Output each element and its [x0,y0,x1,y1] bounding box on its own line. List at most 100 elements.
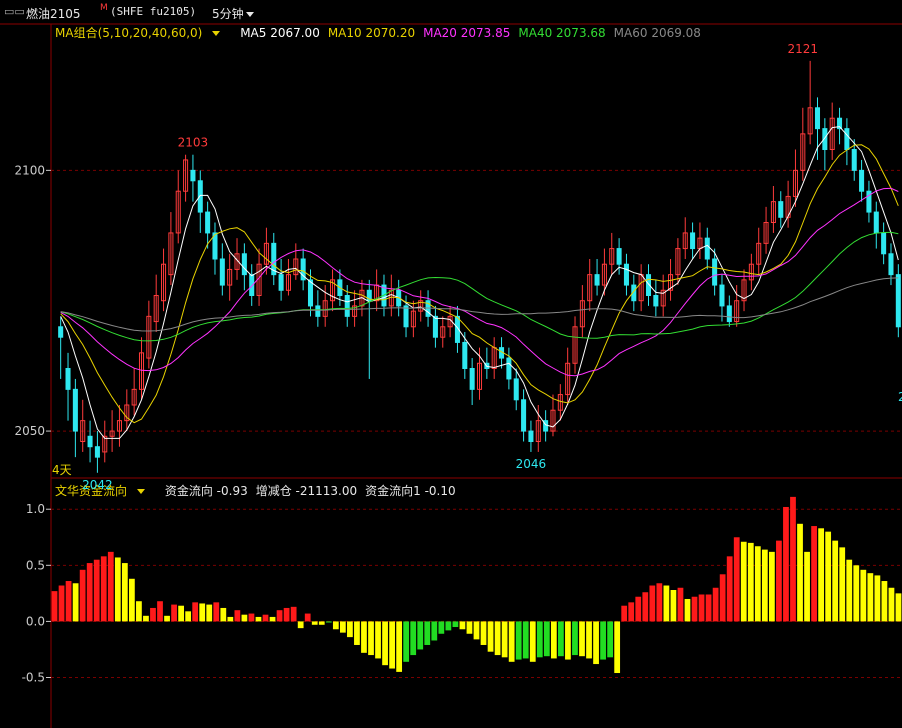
flow-bar [164,615,170,622]
flow-bar [677,587,684,622]
flow-bar [403,621,410,662]
flow-bar [220,607,227,622]
flow-bar [361,621,367,653]
candle-body [528,430,534,443]
flow-bar [818,528,825,622]
candle-body [653,295,659,307]
flow-bar [234,610,241,622]
flow-bar [255,616,262,622]
flow-bar [480,621,487,645]
candle-body [506,357,512,380]
flow-bar [494,621,501,656]
candle-body [895,274,901,328]
flow-bar [649,585,656,622]
candle-body [197,180,203,213]
candle-body [315,305,321,317]
flow-bar [199,603,206,622]
ma-line-40 [60,231,899,342]
flow-bar [705,594,712,622]
flow-bar [206,604,213,622]
flow-bar [473,621,480,640]
candle-body [58,326,64,338]
flow-bar [733,537,740,622]
period-span-label: 4天 [52,463,72,477]
price-mark-label: 2 [898,390,902,404]
flow-bar [311,621,318,625]
candle-body [726,305,732,323]
flow-tick-label: -0.5 [22,671,45,685]
candle-body [712,258,718,286]
candle-body [432,315,438,338]
flow-bar [192,602,199,622]
flow-bar [501,621,508,658]
flow-bar [86,563,93,622]
price-tick-label: 2050 [14,424,45,438]
candle-body [307,279,314,307]
flow-bar [171,604,177,622]
flow-bar [297,621,304,629]
flow-bar [213,602,220,622]
flow-bar [304,613,311,622]
flow-bar [600,621,606,660]
candle-body [851,149,857,171]
flow-bar [536,621,543,658]
flow-bar [804,551,810,622]
flow-bar [867,573,874,622]
flow-bar [670,590,677,622]
candle-body [190,169,196,182]
candle-body [462,341,468,369]
flow-bar [276,610,283,622]
flow-bar [642,592,649,622]
flow-bar [543,621,550,657]
candle-body [94,446,100,458]
flow-bar [107,551,114,622]
candle-body [403,305,409,328]
flow-bar [811,526,817,622]
flow-bar [114,557,121,622]
flow-bar [150,607,156,622]
flow-bar [656,583,663,622]
flow-bar [354,621,360,645]
flow-bar [572,621,578,656]
candle-body [814,107,821,130]
flow-bar [325,621,332,623]
candle-body [881,232,887,255]
flow-bar [663,585,670,622]
flow-bar [712,587,719,622]
flow-bar [839,547,846,622]
flow-tick-label: 1.0 [26,502,45,516]
candle-body [469,368,475,390]
candle-body [873,211,879,234]
flow-bar [241,614,248,622]
flow-bar [389,621,395,669]
flow-bar [143,615,149,622]
flow-bar [93,559,100,622]
flow-bar [128,578,135,622]
flow-bar [65,581,72,622]
flow-bar [832,540,839,622]
flow-tick-label: 0.5 [26,558,45,572]
flow-bar [550,621,557,659]
chart-canvas[interactable]: 2100 2050 2103 2121 2042 2046 2 4天 1.0 0.5 0.0 -0.5 [0,0,902,728]
candle-body [616,248,622,265]
candle-body [65,368,71,390]
flow-bar [586,621,592,659]
flow-bar [136,601,142,622]
flow-bar [529,621,536,662]
flow-bar [853,565,860,622]
flow-bar [607,621,614,658]
flow-bar [396,621,403,672]
flow-bar [178,605,184,622]
flow-bar [487,621,494,652]
candle-body [521,399,527,432]
flow-bar [888,587,895,622]
flow-bar [522,621,529,659]
price-tick-label: 2100 [14,163,45,177]
flow-bar [269,616,276,622]
price-mark-label: 2042 [82,478,113,492]
flow-bar [121,563,128,622]
candle-body [205,211,211,234]
flow-bar [593,621,599,665]
flow-bar [846,559,853,622]
candle-body [844,128,850,150]
